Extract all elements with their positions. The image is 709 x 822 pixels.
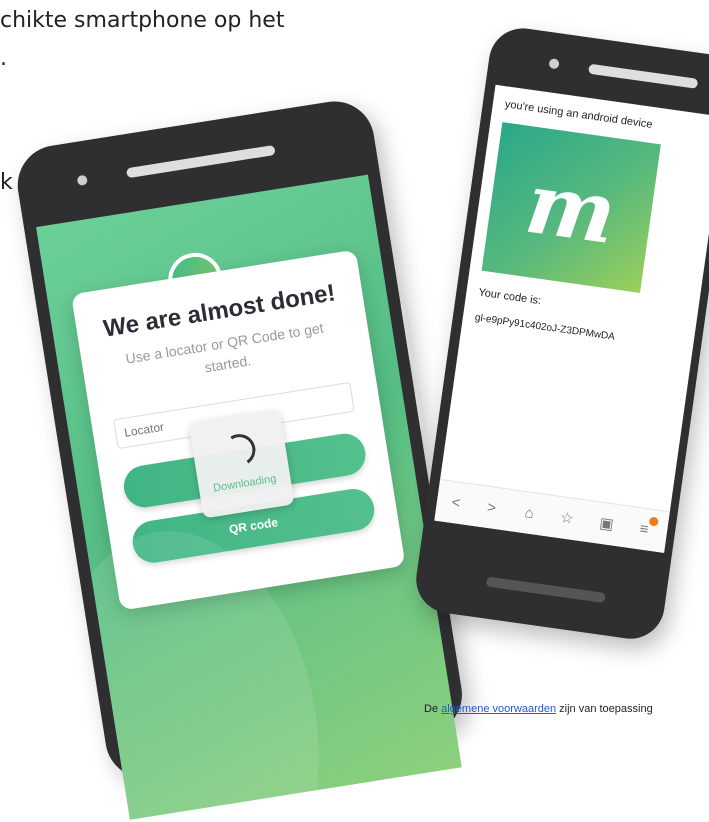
- device-code: gl-e9pPy91c402oJ-Z3DPMwDA: [474, 312, 616, 343]
- left-phone-screen: m We are almost done! Use a locator or Q…: [36, 174, 462, 820]
- back-icon[interactable]: <: [444, 492, 469, 515]
- app-logo: m: [481, 122, 661, 293]
- bookmark-star-icon[interactable]: ☆: [555, 508, 580, 531]
- intro-line-2: .: [0, 46, 7, 71]
- code-label: Your code is:: [477, 286, 542, 308]
- forward-icon[interactable]: >: [479, 497, 504, 520]
- terms-link[interactable]: algemene voorwaarden: [441, 703, 556, 715]
- menu-icon-wrap[interactable]: ≡: [632, 516, 659, 541]
- intro-line-1: chikte smartphone op het: [0, 8, 285, 33]
- notification-badge: [648, 516, 659, 527]
- intro-line-3: k: [0, 170, 13, 195]
- footer-prefix: De: [424, 703, 442, 715]
- tabs-icon[interactable]: ▣: [594, 513, 619, 536]
- downloading-label: Downloading: [212, 472, 278, 495]
- left-phone-mockup: m We are almost done! Use a locator or Q…: [12, 95, 468, 820]
- downloading-overlay: Downloading: [188, 409, 295, 519]
- loading-spinner-icon: [220, 431, 259, 469]
- terms-footer: De algemene voorwaarden zijn van toepass…: [424, 703, 653, 715]
- menu-icon[interactable]: ≡: [639, 520, 650, 538]
- right-phone-mockup: you're using an android device m Your co…: [411, 24, 709, 644]
- home-icon[interactable]: ⌂: [517, 502, 542, 525]
- footer-suffix: zijn van toepassing: [556, 703, 653, 715]
- setup-card: We are almost done! Use a locator or QR …: [71, 249, 406, 611]
